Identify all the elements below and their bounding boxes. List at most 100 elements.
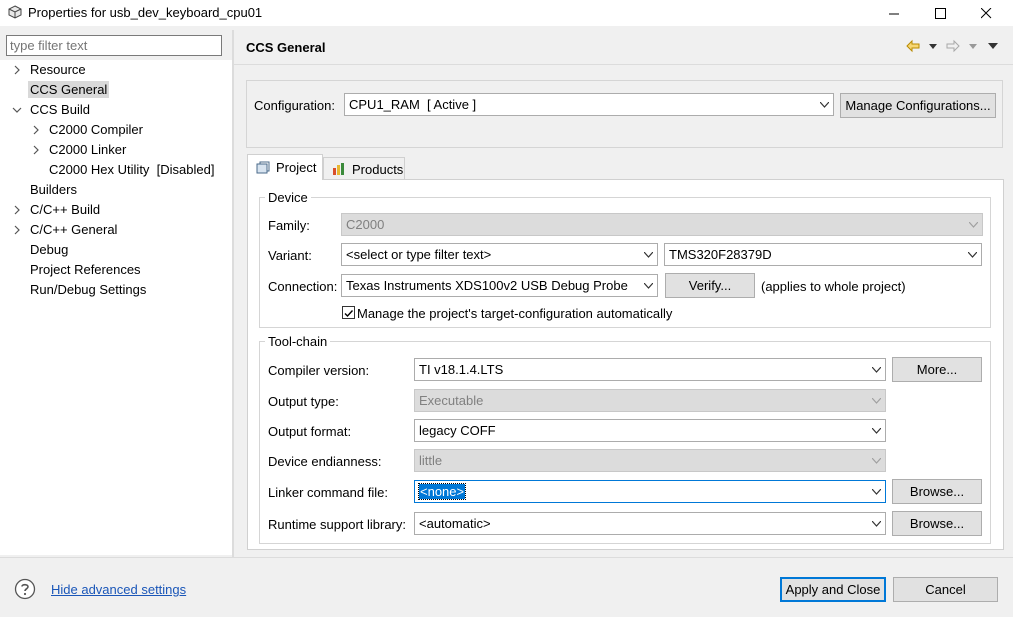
tree-item-label: Resource: [30, 62, 86, 77]
tree-item-cpp-build[interactable]: C/C++ Build: [12, 200, 102, 220]
variant-value: TMS320F28379D: [669, 247, 772, 262]
connection-note: (applies to whole project): [761, 279, 906, 294]
runtime-support-library-value: <automatic>: [419, 516, 491, 531]
variant-label: Variant:: [268, 248, 312, 263]
hide-advanced-settings-link[interactable]: Hide advanced settings: [51, 582, 186, 597]
configuration-value: CPU1_RAM [ Active ]: [349, 97, 477, 112]
tree-item-c2000-linker[interactable]: C2000 Linker: [31, 140, 128, 160]
tree-item-c2000-compiler[interactable]: C2000 Compiler: [31, 120, 145, 140]
tree-item-c2000-hex-utility[interactable]: C2000 Hex Utility [Disabled]: [31, 160, 216, 180]
window-title: Properties for usb_dev_keyboard_cpu01: [28, 5, 263, 20]
maximize-button[interactable]: [918, 0, 962, 26]
tree-item-builders[interactable]: Builders: [12, 180, 79, 200]
tree-item-label: CCS General: [28, 81, 110, 98]
minimize-button[interactable]: [872, 0, 916, 26]
tree-item-run-debug-settings[interactable]: Run/Debug Settings: [12, 280, 148, 300]
family-value: C2000: [346, 217, 385, 232]
configuration-label: Configuration:: [254, 98, 335, 113]
tab-project[interactable]: Project: [247, 154, 323, 180]
output-type-select: Executable: [414, 389, 886, 412]
compiler-version-value: TI v18.1.4.LTS: [419, 362, 504, 377]
chevron-down-icon: [872, 428, 881, 434]
chevron-down-icon: [644, 252, 653, 258]
linker-command-file-label: Linker command file:: [268, 485, 388, 500]
tree-item-resource[interactable]: Resource: [12, 60, 88, 80]
chevron-right-icon[interactable]: [31, 145, 41, 155]
device-legend: Device: [268, 190, 308, 205]
tree-item-project-references[interactable]: Project References: [12, 260, 143, 280]
tree-item-cpp-general[interactable]: C/C++ General: [12, 220, 119, 240]
chevron-down-icon: [872, 489, 881, 495]
chevron-down-icon: [872, 521, 881, 527]
chevron-right-icon[interactable]: [31, 125, 41, 135]
runtime-support-library-label: Runtime support library:: [268, 517, 406, 532]
toolchain-legend: Tool-chain: [268, 334, 328, 349]
output-format-select[interactable]: legacy COFF: [414, 419, 886, 442]
connection-value: Texas Instruments XDS100v2 USB Debug Pro…: [346, 278, 628, 293]
family-label: Family:: [268, 218, 310, 233]
configuration-select[interactable]: CPU1_RAM [ Active ]: [344, 93, 834, 116]
tree-item-debug[interactable]: Debug: [12, 240, 70, 260]
forward-arrow-icon[interactable]: [945, 38, 961, 54]
manage-target-checkbox[interactable]: [342, 306, 355, 319]
products-icon: [333, 163, 344, 175]
filter-input[interactable]: [6, 35, 222, 56]
chevron-down-icon: [969, 222, 978, 228]
app-icon: [8, 5, 22, 19]
chevron-right-icon[interactable]: [12, 225, 22, 235]
minimize-icon: [888, 13, 899, 14]
manage-target-label[interactable]: Manage the project's target-configuratio…: [357, 306, 672, 321]
chevron-down-icon: [872, 458, 881, 464]
manage-configurations-button[interactable]: Manage Configurations...: [840, 93, 996, 118]
tree-item-label: Project References: [30, 262, 141, 277]
tab-products[interactable]: Products: [323, 157, 405, 180]
forward-menu-icon[interactable]: [969, 44, 977, 49]
chevron-right-icon[interactable]: [12, 205, 22, 215]
connection-label: Connection:: [268, 279, 338, 294]
tree-item-ccs-build[interactable]: CCS Build: [12, 100, 92, 120]
chevron-down-icon: [968, 252, 977, 258]
tree-item-label: Debug: [30, 242, 69, 257]
apply-and-close-button[interactable]: Apply and Close: [780, 577, 886, 602]
browse-rts-button[interactable]: Browse...: [892, 511, 982, 536]
output-type-label: Output type:: [268, 394, 339, 409]
tree-item-label: C/C++ General: [30, 222, 118, 237]
help-icon[interactable]: [14, 578, 36, 600]
endianness-value: little: [419, 453, 443, 468]
back-menu-icon[interactable]: [929, 44, 937, 49]
footer-divider: [0, 557, 1013, 558]
chevron-right-icon[interactable]: [12, 65, 22, 75]
family-select: C2000: [341, 213, 983, 236]
chevron-down-icon[interactable]: [12, 105, 22, 115]
linker-command-file-value: <none>: [417, 483, 467, 500]
property-tree: Resource CCS General CCS Build C2000 Com…: [0, 60, 232, 555]
chevron-down-icon: [872, 367, 881, 373]
tree-item-label: CCS Build: [30, 102, 90, 117]
tree-item-label: Builders: [30, 182, 77, 197]
maximize-icon: [934, 7, 946, 19]
tree-item-label: C2000 Linker: [49, 142, 127, 157]
chevron-down-icon: [644, 283, 653, 289]
chevron-down-icon: [872, 398, 881, 404]
chevron-down-icon: [820, 102, 829, 108]
endianness-select: little: [414, 449, 886, 472]
back-arrow-icon[interactable]: [905, 38, 921, 54]
more-button[interactable]: More...: [892, 357, 982, 382]
project-icon: [256, 161, 270, 173]
verify-button[interactable]: Verify...: [665, 273, 755, 298]
cancel-button[interactable]: Cancel: [893, 577, 998, 602]
browse-linker-button[interactable]: Browse...: [892, 479, 982, 504]
runtime-support-library-select[interactable]: <automatic>: [414, 512, 886, 535]
output-type-value: Executable: [419, 393, 484, 408]
tree-item-ccs-general[interactable]: CCS General: [12, 80, 110, 100]
view-menu-icon[interactable]: [988, 43, 998, 49]
variant-filter-select[interactable]: <select or type filter text>: [341, 243, 658, 266]
page-header: [234, 30, 1013, 64]
linker-command-file-select[interactable]: <none>: [414, 480, 886, 503]
compiler-version-label: Compiler version:: [268, 363, 370, 378]
tree-item-label: C/C++ Build: [30, 202, 101, 217]
connection-select[interactable]: Texas Instruments XDS100v2 USB Debug Pro…: [341, 274, 658, 297]
variant-select[interactable]: TMS320F28379D: [664, 243, 982, 266]
close-window-button[interactable]: [964, 0, 1008, 26]
compiler-version-select[interactable]: TI v18.1.4.LTS: [414, 358, 886, 381]
